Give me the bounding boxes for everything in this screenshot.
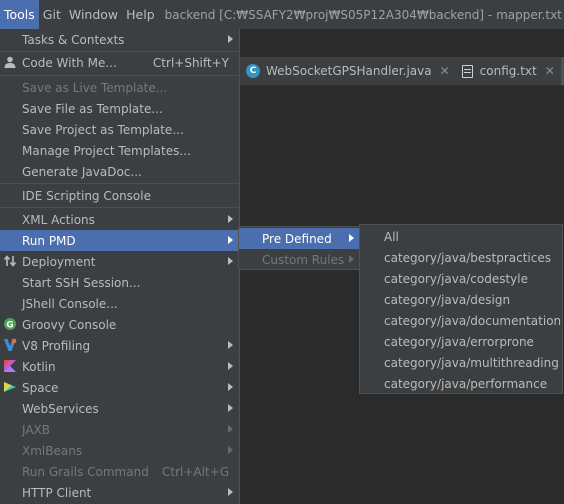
- menu-separator: [0, 75, 239, 76]
- menu-item-jaxb[interactable]: JAXB: [0, 419, 239, 440]
- space-icon: [4, 382, 16, 392]
- menu-item-kotlin[interactable]: Kotlin: [0, 356, 239, 377]
- menu-item-label: Deployment: [22, 254, 96, 269]
- menu-separator: [0, 207, 239, 208]
- window-title: backend [C:₩SSAFY2₩proj₩S05P12A304₩backe…: [164, 7, 564, 22]
- kotlin-icon: [4, 360, 16, 372]
- submenu-arrow-icon: [228, 341, 233, 349]
- menu-item-label: V8 Profiling: [22, 338, 91, 353]
- menu-item-label: Code With Me...: [22, 55, 117, 70]
- menu-item-code-with-me[interactable]: Code With Me... Ctrl+Shift+Y: [0, 52, 239, 73]
- submenu-item-label: Pre Defined: [262, 231, 332, 246]
- deployment-icon: [3, 255, 17, 267]
- menu-item-label: Kotlin: [22, 359, 56, 374]
- submenu-arrow-icon: [349, 255, 354, 263]
- svg-text:G: G: [6, 321, 13, 331]
- shortcut-label: Ctrl+Shift+Y: [152, 55, 229, 70]
- menu-item-label: JShell Console...: [22, 296, 118, 311]
- menu-item-label: Space: [22, 380, 59, 395]
- main-menubar: Tools Git Window Help backend [C:₩SSAFY2…: [0, 0, 564, 29]
- menu-item-label: Generate JavaDoc...: [22, 164, 142, 179]
- submenu-arrow-icon: [349, 234, 354, 242]
- menu-item-label: Start SSH Session...: [22, 275, 141, 290]
- submenu-arrow-icon: [228, 425, 233, 433]
- menu-item-run-grails-command[interactable]: Run Grails Command Ctrl+Alt+G: [0, 461, 239, 482]
- menu-item-generate-javadoc[interactable]: Generate JavaDoc...: [0, 161, 239, 182]
- menu-item-label: HTTP Client: [22, 485, 92, 500]
- menu-item-xml-actions[interactable]: XML Actions: [0, 209, 239, 230]
- menu-item-run-pmd[interactable]: Run PMD: [0, 230, 239, 251]
- submenu-arrow-icon: [228, 383, 233, 391]
- menu-item-save-live-template[interactable]: Save as Live Template...: [0, 77, 239, 98]
- submenu-arrow-icon: [228, 35, 233, 43]
- menu-help[interactable]: Help: [122, 0, 159, 29]
- menu-item-v8-profiling[interactable]: V8 Profiling: [0, 335, 239, 356]
- ruleset-item-design[interactable]: category/java/design: [360, 289, 562, 310]
- submenu-arrow-icon: [228, 446, 233, 454]
- menu-item-start-ssh-session[interactable]: Start SSH Session...: [0, 272, 239, 293]
- menu-item-label: IDE Scripting Console: [22, 188, 151, 203]
- close-icon[interactable]: ✕: [440, 64, 450, 78]
- menu-item-ide-scripting-console[interactable]: IDE Scripting Console: [0, 185, 239, 206]
- groovy-icon: G: [4, 318, 16, 331]
- ruleset-item-bestpractices[interactable]: category/java/bestpractices: [360, 247, 562, 268]
- menu-item-label: JAXB: [22, 422, 50, 437]
- ruleset-item-documentation[interactable]: category/java/documentation: [360, 310, 562, 331]
- submenu-item-pre-defined[interactable]: Pre Defined: [239, 228, 359, 249]
- menu-item-label: Tasks & Contexts: [22, 32, 125, 47]
- submenu-arrow-icon: [228, 404, 233, 412]
- shortcut-label: Ctrl+Alt+G: [161, 464, 229, 479]
- v8-profiling-icon: [4, 338, 17, 351]
- tools-menu: Tasks & Contexts Code With Me... Ctrl+Sh…: [0, 29, 240, 504]
- menu-item-label: Run Grails Command: [22, 464, 149, 479]
- text-file-icon: [461, 64, 473, 78]
- menu-item-label: Save Project as Template...: [22, 122, 184, 137]
- menu-item-groovy-console[interactable]: G Groovy Console: [0, 314, 239, 335]
- ruleset-item-errorprone[interactable]: category/java/errorprone: [360, 331, 562, 352]
- menu-window[interactable]: Window: [65, 0, 122, 29]
- menu-item-label: Manage Project Templates...: [22, 143, 191, 158]
- submenu-item-custom-rules[interactable]: Custom Rules: [239, 249, 359, 270]
- submenu-arrow-icon: [228, 236, 233, 244]
- submenu-item-label: Custom Rules: [262, 252, 345, 267]
- menu-item-webservices[interactable]: WebServices: [0, 398, 239, 419]
- submenu-arrow-icon: [228, 215, 233, 223]
- menu-item-jshell-console[interactable]: JShell Console...: [0, 293, 239, 314]
- menu-item-label: WebServices: [22, 401, 99, 416]
- menu-item-label: Save File as Template...: [22, 101, 163, 116]
- menu-item-xmlbeans[interactable]: XmlBeans: [0, 440, 239, 461]
- ruleset-item-performance[interactable]: category/java/performance: [360, 373, 562, 394]
- menu-separator: [0, 183, 239, 184]
- submenu-arrow-icon: [228, 257, 233, 265]
- submenu-arrow-icon: [228, 488, 233, 496]
- menu-item-manage-project-templates[interactable]: Manage Project Templates...: [0, 140, 239, 161]
- predefined-rules-submenu: All category/java/bestpractices category…: [359, 224, 563, 394]
- menu-item-tasks-contexts[interactable]: Tasks & Contexts: [0, 29, 239, 50]
- menu-item-label: XmlBeans: [22, 443, 83, 458]
- menu-item-label: XML Actions: [22, 212, 95, 227]
- submenu-arrow-icon: [228, 362, 233, 370]
- menu-item-space[interactable]: Space: [0, 377, 239, 398]
- menu-git[interactable]: Git: [39, 0, 65, 29]
- close-icon[interactable]: ✕: [545, 64, 555, 78]
- tab-config[interactable]: config.txt ✕: [456, 57, 561, 85]
- menu-item-save-project-template[interactable]: Save Project as Template...: [0, 119, 239, 140]
- tab-label: config.txt: [479, 64, 537, 78]
- run-pmd-submenu: Pre Defined Custom Rules: [238, 226, 360, 270]
- menu-item-http-client[interactable]: HTTP Client: [0, 482, 239, 503]
- tab-label: WebSocketGPSHandler.java: [266, 64, 432, 78]
- ruleset-item-multithreading[interactable]: category/java/multithreading: [360, 352, 562, 373]
- ruleset-item-all[interactable]: All: [360, 226, 562, 247]
- class-c-icon: C: [246, 64, 260, 78]
- user-icon: [4, 56, 16, 68]
- menu-tools[interactable]: Tools: [0, 0, 39, 29]
- menu-item-label: Save as Live Template...: [22, 80, 168, 95]
- menu-item-deployment[interactable]: Deployment: [0, 251, 239, 272]
- menu-item-save-file-template[interactable]: Save File as Template...: [0, 98, 239, 119]
- ruleset-item-codestyle[interactable]: category/java/codestyle: [360, 268, 562, 289]
- menu-item-label: Groovy Console: [22, 317, 117, 332]
- menu-item-label: Run PMD: [22, 233, 76, 248]
- editor-tabs: C WebSocketGPSHandler.java ✕ config.txt …: [240, 57, 564, 86]
- tab-websocketgpshandler[interactable]: C WebSocketGPSHandler.java ✕: [240, 57, 456, 85]
